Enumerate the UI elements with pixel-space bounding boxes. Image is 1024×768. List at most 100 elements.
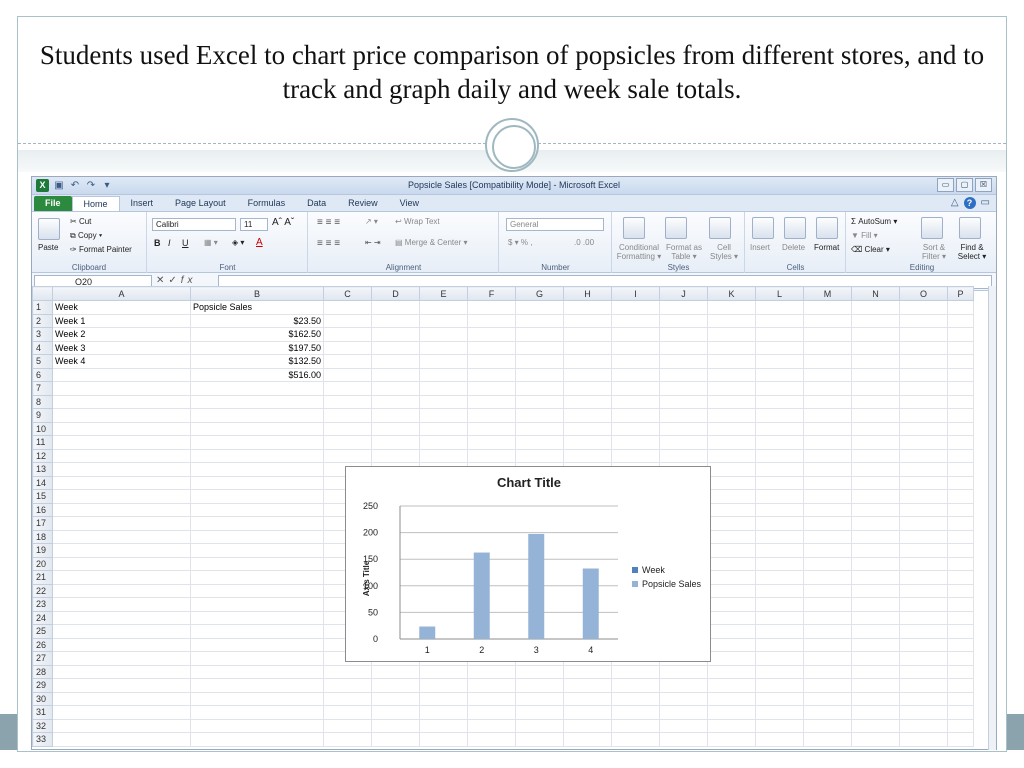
- cell[interactable]: [707, 610, 756, 625]
- cell[interactable]: [851, 691, 900, 706]
- cell[interactable]: [947, 718, 974, 733]
- cell[interactable]: [52, 462, 191, 477]
- cell[interactable]: [755, 462, 804, 477]
- italic-icon[interactable]: I: [168, 238, 171, 248]
- row-header[interactable]: 30: [32, 691, 53, 706]
- column-header-a[interactable]: A: [52, 286, 191, 301]
- tab-home[interactable]: Home: [71, 196, 120, 211]
- cell[interactable]: [515, 691, 564, 706]
- row-header[interactable]: 8: [32, 394, 53, 409]
- cell[interactable]: [899, 705, 948, 720]
- cell[interactable]: [899, 300, 948, 315]
- format-cells-icon[interactable]: [816, 217, 838, 239]
- cell[interactable]: [467, 448, 516, 463]
- cell[interactable]: [899, 435, 948, 450]
- cell[interactable]: [419, 340, 468, 355]
- row-header[interactable]: 28: [32, 664, 53, 679]
- cell[interactable]: [419, 408, 468, 423]
- cell[interactable]: [371, 408, 420, 423]
- cell[interactable]: [190, 664, 324, 679]
- cell[interactable]: [190, 624, 324, 639]
- row-header[interactable]: 25: [32, 624, 53, 639]
- cell[interactable]: [707, 475, 756, 490]
- row-header[interactable]: 9: [32, 408, 53, 423]
- row-header[interactable]: 27: [32, 651, 53, 666]
- cell[interactable]: [515, 421, 564, 436]
- cell[interactable]: [707, 327, 756, 342]
- cell[interactable]: [851, 529, 900, 544]
- cell[interactable]: [851, 327, 900, 342]
- cell[interactable]: [851, 732, 900, 747]
- cell[interactable]: [419, 367, 468, 382]
- cell[interactable]: [467, 718, 516, 733]
- cell[interactable]: [563, 381, 612, 396]
- cell[interactable]: [803, 475, 852, 490]
- cell[interactable]: [899, 421, 948, 436]
- chart[interactable]: Chart Title 0 50 100 150 200 250 1 2 3 4 Axis Titl…: [345, 466, 711, 662]
- cell[interactable]: [899, 448, 948, 463]
- cell[interactable]: [947, 651, 974, 666]
- restore-workbook-icon[interactable]: ▭: [981, 197, 990, 209]
- cell[interactable]: [899, 637, 948, 652]
- row-header[interactable]: 24: [32, 610, 53, 625]
- select-all-corner[interactable]: [32, 286, 53, 301]
- column-header-p[interactable]: P: [947, 286, 974, 301]
- cell[interactable]: [190, 435, 324, 450]
- orientation-icon[interactable]: ↗ ▾: [365, 217, 378, 226]
- cell[interactable]: [515, 300, 564, 315]
- cell[interactable]: [803, 435, 852, 450]
- cell[interactable]: [611, 394, 660, 409]
- cell[interactable]: [803, 637, 852, 652]
- cell[interactable]: [515, 448, 564, 463]
- cell[interactable]: [563, 313, 612, 328]
- cell[interactable]: [851, 597, 900, 612]
- cell[interactable]: [190, 732, 324, 747]
- cell[interactable]: [467, 408, 516, 423]
- cell[interactable]: [899, 624, 948, 639]
- bold-icon[interactable]: B: [154, 238, 161, 248]
- row-header[interactable]: 5: [32, 354, 53, 369]
- cell[interactable]: [467, 678, 516, 693]
- cell[interactable]: [851, 570, 900, 585]
- cell[interactable]: [707, 556, 756, 571]
- cell[interactable]: [899, 570, 948, 585]
- cell[interactable]: [611, 691, 660, 706]
- cell[interactable]: [52, 597, 191, 612]
- cell[interactable]: [419, 394, 468, 409]
- delete-button[interactable]: Delete: [782, 243, 805, 252]
- legend-item[interactable]: Week: [632, 563, 701, 577]
- cell[interactable]: [659, 354, 708, 369]
- cell[interactable]: [803, 300, 852, 315]
- cell[interactable]: [52, 421, 191, 436]
- cell[interactable]: [371, 705, 420, 720]
- cell[interactable]: [563, 394, 612, 409]
- cell[interactable]: [899, 651, 948, 666]
- cell[interactable]: [659, 691, 708, 706]
- column-header-d[interactable]: D: [371, 286, 420, 301]
- cell[interactable]: [707, 435, 756, 450]
- cell[interactable]: [563, 678, 612, 693]
- cell[interactable]: [52, 448, 191, 463]
- row-header[interactable]: 17: [32, 516, 53, 531]
- cell[interactable]: [803, 556, 852, 571]
- cell[interactable]: [803, 543, 852, 558]
- minimize-ribbon-icon[interactable]: △: [951, 197, 959, 209]
- row-header[interactable]: 7: [32, 381, 53, 396]
- cell[interactable]: [707, 678, 756, 693]
- cell[interactable]: [851, 583, 900, 598]
- cell[interactable]: [371, 435, 420, 450]
- cell[interactable]: [755, 529, 804, 544]
- column-header-m[interactable]: M: [803, 286, 852, 301]
- cell[interactable]: [899, 610, 948, 625]
- cell[interactable]: [899, 516, 948, 531]
- cell[interactable]: [707, 624, 756, 639]
- cell[interactable]: [851, 718, 900, 733]
- cell[interactable]: [323, 340, 372, 355]
- column-header-l[interactable]: L: [755, 286, 804, 301]
- cell[interactable]: [755, 354, 804, 369]
- column-header-k[interactable]: K: [707, 286, 756, 301]
- cell[interactable]: [52, 732, 191, 747]
- cell[interactable]: [52, 475, 191, 490]
- cell[interactable]: [371, 340, 420, 355]
- cell[interactable]: [851, 381, 900, 396]
